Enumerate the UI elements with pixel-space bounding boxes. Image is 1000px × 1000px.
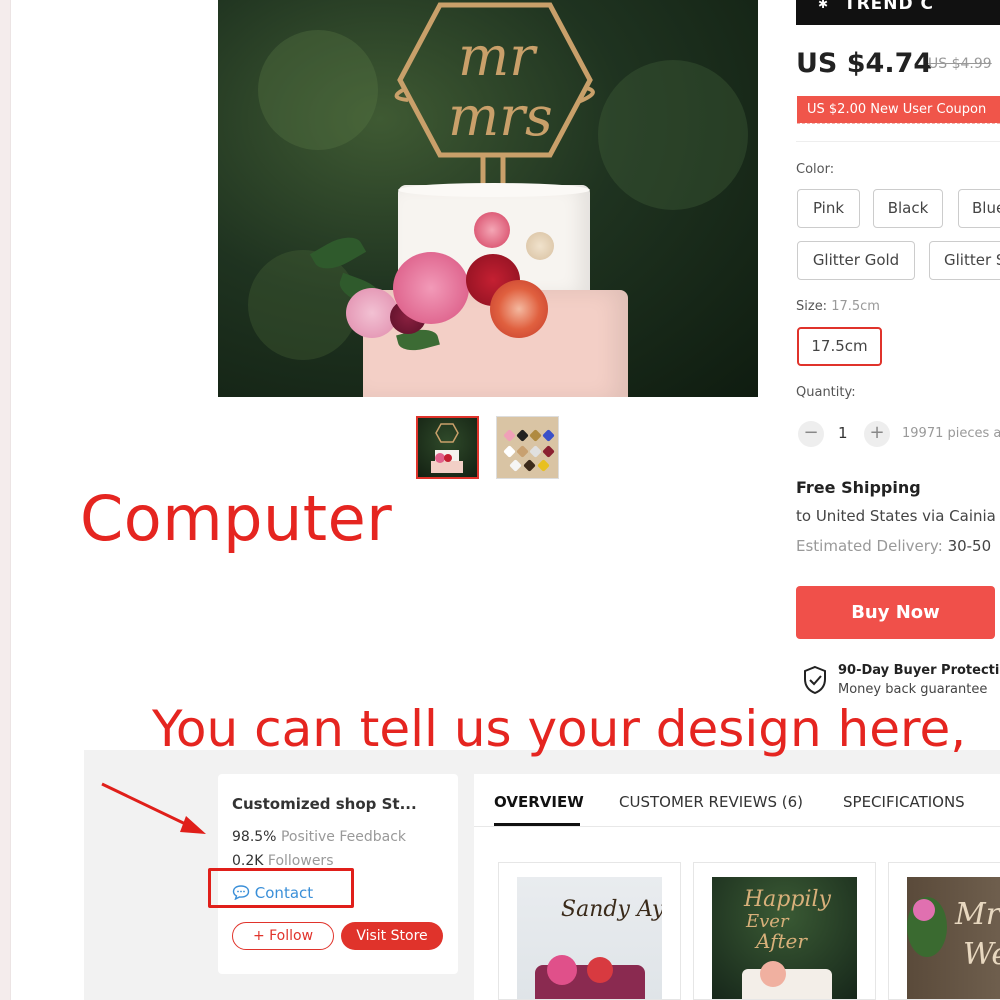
size-label: Size: 17.5cm xyxy=(796,299,880,314)
color-swatch-thumb xyxy=(516,429,529,442)
cake-topper-graphic: mr mrs xyxy=(394,2,595,188)
background-bokeh xyxy=(248,250,358,360)
color-swatch-thumb xyxy=(537,459,550,472)
arrow-annotation-icon xyxy=(101,782,206,834)
color-label: Color: xyxy=(796,162,835,177)
color-swatch-thumb xyxy=(542,445,555,458)
page-margin-line xyxy=(10,0,11,1000)
flower xyxy=(393,252,469,324)
buy-now-button[interactable]: Buy Now xyxy=(796,586,995,639)
related-product-script: Sandy Ayes xyxy=(561,897,662,922)
store-followers-value: 0.2K xyxy=(232,853,264,867)
thumbnail-2[interactable] xyxy=(496,416,559,479)
flower xyxy=(547,955,577,985)
original-price: US $4.99 xyxy=(928,56,992,72)
product-page: mr mrs ✱ TREND C US $4.74 US $4.99 US $2… xyxy=(0,0,1000,1000)
new-user-coupon[interactable]: US $2.00 New User Coupon xyxy=(797,96,1000,123)
store-feedback-value: 98.5% xyxy=(232,829,277,845)
estimated-delivery-label: Estimated Delivery: xyxy=(796,537,943,555)
contact-highlight-box xyxy=(208,868,354,908)
color-option-blue[interactable]: Blue xyxy=(958,189,1000,228)
quantity-label: Quantity: xyxy=(796,385,856,400)
topper-text-mr: mr xyxy=(458,25,538,88)
annotation-design-note: You can tell us your design here, xyxy=(152,700,967,758)
color-swatch-thumb xyxy=(529,445,542,458)
store-name[interactable]: Customized shop St... xyxy=(232,795,417,813)
color-swatch-thumb xyxy=(516,445,529,458)
estimated-delivery-value: 30-50 xyxy=(947,537,992,555)
buyer-protection-subtitle: Money back guarantee xyxy=(838,682,988,697)
quantity-available: 19971 pieces a xyxy=(902,426,1000,441)
related-product-script: Mr xyxy=(955,897,1000,932)
color-swatch-thumb xyxy=(529,429,542,442)
flower xyxy=(474,212,510,248)
main-product-image[interactable]: mr mrs xyxy=(218,0,758,397)
quantity-value[interactable]: 1 xyxy=(838,424,848,442)
tab-customer-reviews[interactable]: CUSTOMER REVIEWS (6) xyxy=(619,793,803,811)
shield-check-icon xyxy=(804,665,826,695)
related-product-card[interactable]: Happily Ever After xyxy=(693,862,876,1000)
color-option-black[interactable]: Black xyxy=(873,189,943,228)
trend-label: TREND C xyxy=(844,0,935,14)
tabs-divider xyxy=(474,826,1000,827)
follow-store-button[interactable]: + Follow xyxy=(232,922,334,950)
flower xyxy=(913,899,935,921)
flower xyxy=(760,961,786,987)
store-feedback: 98.5% Positive Feedback xyxy=(232,829,406,845)
size-selected-text: 17.5cm xyxy=(831,299,880,314)
tab-specifications[interactable]: SPECIFICATIONS xyxy=(843,793,965,811)
visit-store-button[interactable]: Visit Store xyxy=(341,922,443,950)
size-option-17-5cm[interactable]: 17.5cm xyxy=(797,327,882,366)
shipping-title: Free Shipping xyxy=(796,478,921,497)
color-option-pink[interactable]: Pink xyxy=(797,189,860,228)
divider xyxy=(796,141,1000,142)
color-swatch-thumb xyxy=(542,429,555,442)
store-followers: 0.2K Followers xyxy=(232,853,333,867)
color-swatch-thumb xyxy=(509,459,522,472)
star-icon: ✱ xyxy=(818,0,829,11)
flower xyxy=(587,957,613,983)
cake-top-edge xyxy=(398,183,590,197)
current-price: US $4.74 xyxy=(796,48,933,79)
color-option-glitter-gold[interactable]: Glitter Gold xyxy=(797,241,915,280)
store-followers-label: Followers xyxy=(267,853,334,867)
topper-text-mrs: mrs xyxy=(448,85,553,148)
page-margin xyxy=(0,0,10,1000)
color-swatch-thumb xyxy=(523,459,536,472)
store-feedback-label: Positive Feedback xyxy=(280,829,407,845)
tab-overview[interactable]: OVERVIEW xyxy=(494,793,584,811)
thumbnail-cake-graphic xyxy=(431,423,463,473)
related-product-image: Sandy Ayes xyxy=(517,877,662,999)
related-product-script: Wes xyxy=(963,937,1000,972)
related-product-image: Mr Wes xyxy=(907,877,1000,999)
color-swatch-thumb xyxy=(503,429,516,442)
related-product-script: After xyxy=(756,929,807,953)
related-product-script: Happily xyxy=(744,887,831,912)
coupon-divider xyxy=(797,123,1000,124)
trend-banner[interactable]: ✱ TREND C xyxy=(796,0,1000,25)
cake-graphic xyxy=(742,969,832,999)
thumbnail-1[interactable] xyxy=(416,416,479,479)
annotation-computer: Computer xyxy=(80,482,393,555)
buyer-protection-title[interactable]: 90-Day Buyer Protectio xyxy=(838,663,1000,678)
related-product-card[interactable]: Sandy Ayes xyxy=(498,862,681,1000)
shipping-method[interactable]: to United States via Cainia xyxy=(796,507,996,525)
estimated-delivery: Estimated Delivery: 30-50 xyxy=(796,537,991,555)
quantity-increase-button[interactable]: + xyxy=(864,421,890,447)
flower xyxy=(490,280,548,338)
color-swatch-thumb xyxy=(503,445,516,458)
flower xyxy=(526,232,554,260)
size-label-text: Size: xyxy=(796,299,828,314)
related-product-card[interactable]: Mr Wes xyxy=(888,862,1000,1000)
quantity-decrease-button[interactable]: − xyxy=(798,421,824,447)
related-product-image: Happily Ever After xyxy=(712,877,857,999)
color-option-glitter-silver[interactable]: Glitter S xyxy=(929,241,1000,280)
